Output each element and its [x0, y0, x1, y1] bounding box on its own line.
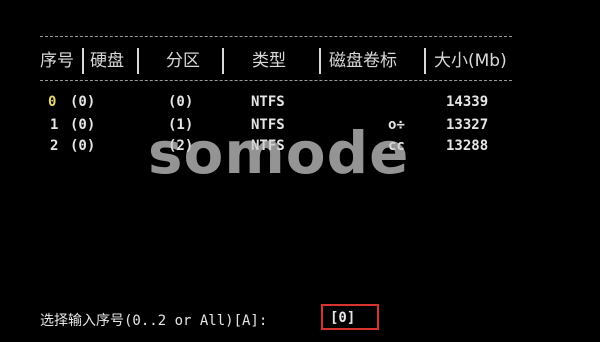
row-type: NTFS — [251, 94, 285, 110]
header-label: 磁盘卷标 — [329, 51, 397, 71]
top-dashed-rule — [40, 36, 512, 37]
console-screen: 序号 硬盘 分区 类型 磁盘卷标 大小(Mb) 0 (0) (0) NTFS 1… — [0, 0, 600, 342]
row-disk: (0) — [70, 117, 96, 133]
header-partition: 分区 — [166, 51, 200, 71]
header-separator — [424, 48, 426, 74]
row-disk: (0) — [70, 138, 96, 154]
header-separator — [82, 48, 84, 74]
header-separator — [319, 48, 321, 74]
row-index: 1 — [50, 117, 59, 133]
row-disk: (0) — [70, 94, 96, 110]
bottom-dashed-rule — [40, 80, 512, 81]
row-index: 0 — [48, 94, 57, 110]
header-disk: 硬盘 — [90, 51, 124, 71]
header-separator — [137, 48, 139, 74]
header-type: 类型 — [252, 51, 286, 71]
row-size: 13327 — [446, 117, 489, 133]
row-index: 2 — [50, 138, 59, 154]
row-size: 14339 — [446, 94, 489, 110]
selection-input-value[interactable]: [0] — [330, 309, 355, 327]
header-index: 序号 — [40, 51, 74, 71]
selection-prompt: 选择输入序号(0..2 or All)[A]: — [40, 309, 267, 333]
row-size: 13288 — [446, 138, 489, 154]
header-separator — [222, 48, 224, 74]
prompt-text: 选择输入序号(0..2 or All)[A]: — [40, 313, 268, 329]
header-size: 大小(Mb) — [434, 51, 507, 71]
watermark: somode — [148, 119, 410, 187]
row-partition: (0) — [168, 94, 194, 110]
